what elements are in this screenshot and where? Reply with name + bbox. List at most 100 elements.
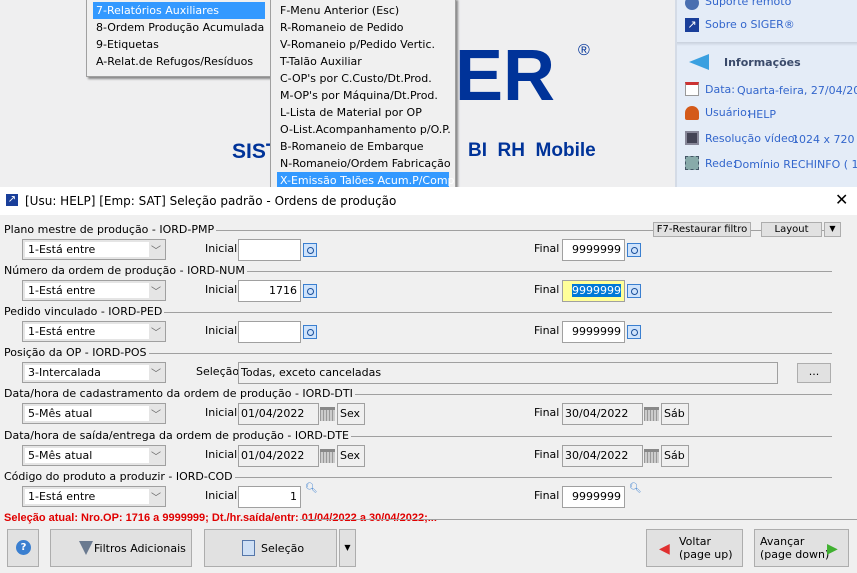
divider xyxy=(677,42,857,46)
final-date-input[interactable]: 30/04/2022 xyxy=(562,445,643,467)
operator-select[interactable]: 1-Está entre ﹀ xyxy=(22,239,166,260)
next-button[interactable]: Avançar (page down) ▶ xyxy=(754,529,849,567)
support-link[interactable]: Suporte remoto xyxy=(705,0,791,8)
menu-item[interactable]: O-List.Acompanhamento p/O.P. xyxy=(277,121,451,138)
search-icon[interactable] xyxy=(627,325,641,339)
final-input[interactable]: 9999999 xyxy=(562,321,625,343)
menu-item[interactable]: L-Lista de Material por OP xyxy=(277,104,422,121)
calendar-icon[interactable] xyxy=(320,449,335,463)
resolucao-label: Resolução vídeo: xyxy=(705,132,799,145)
initial-input[interactable] xyxy=(238,239,301,261)
operator-select[interactable]: 5-Mês atual ﹀ xyxy=(22,403,166,424)
operator-select[interactable]: 1-Está entre ﹀ xyxy=(22,486,166,507)
final-input[interactable]: 9999999 xyxy=(562,280,625,302)
search-icon[interactable]: 🔍︎ xyxy=(629,483,642,494)
additional-filters-button[interactable]: Filtros Adicionais xyxy=(50,529,192,567)
logo-tag-right: BI RH Mobile xyxy=(468,140,596,161)
selection-field[interactable]: Todas, exceto canceladas xyxy=(238,362,778,384)
menu-item[interactable]: T-Talão Auxiliar xyxy=(277,53,362,70)
final-date-input[interactable]: 30/04/2022 xyxy=(562,403,643,425)
layout-button[interactable]: Layout xyxy=(761,222,822,237)
final-input[interactable]: 9999999 xyxy=(562,239,625,261)
menu-item[interactable]: 8-Ordem Produção Acumulada xyxy=(93,19,264,36)
selection-label: Seleção xyxy=(261,542,305,555)
calendar-icon[interactable] xyxy=(644,407,659,421)
menu-item[interactable]: N-Romaneio/Ordem Fabricação xyxy=(277,155,451,172)
chevron-down-icon: ﹀ xyxy=(151,493,161,504)
user-icon xyxy=(685,106,699,120)
final-label: Final xyxy=(534,283,560,296)
operator-value: 1-Está entre xyxy=(25,489,149,504)
rede-value: Domínio RECHINFO ( 1000 xyxy=(734,158,857,171)
menu-item[interactable]: M-OP's por Máquina/Dt.Prod. xyxy=(277,87,438,104)
final-label: Final xyxy=(534,242,560,255)
initial-weekday: Sex xyxy=(337,403,365,425)
menu-item[interactable]: A-Relat.de Refugos/Resíduos xyxy=(93,53,253,70)
selection-button[interactable]: Seleção xyxy=(204,529,337,567)
network-icon xyxy=(685,156,699,170)
final-input[interactable]: 9999999 xyxy=(562,486,625,508)
logo-reg: ® xyxy=(578,42,590,59)
submenu-left: 7-Relatórios Auxiliares 8-Ordem Produção… xyxy=(86,0,271,77)
search-icon[interactable] xyxy=(303,284,317,298)
help-button[interactable]: ? xyxy=(7,529,39,567)
search-icon[interactable] xyxy=(303,243,317,257)
submenu-right: F-Menu Anterior (Esc) R-Romaneio de Pedid… xyxy=(270,0,456,189)
calendar-icon[interactable] xyxy=(644,449,659,463)
initial-date-input[interactable]: 01/04/2022 xyxy=(238,403,319,425)
back-button[interactable]: ◀ Voltar (page up) xyxy=(646,529,743,567)
rede-label: Rede: xyxy=(705,157,737,170)
next-label: Avançar xyxy=(760,535,805,548)
operator-select[interactable]: 1-Está entre ﹀ xyxy=(22,280,166,301)
initial-date-input[interactable]: 01/04/2022 xyxy=(238,445,319,467)
operator-select[interactable]: 3-Intercalada ﹀ xyxy=(22,362,166,383)
final-weekday: Sáb xyxy=(661,403,689,425)
data-value: Quarta-feira, 27/04/2022 xyxy=(737,84,857,97)
restore-filter-button[interactable]: F7-Restaurar filtro xyxy=(653,222,751,237)
selection-dropdown-icon[interactable]: ▼ xyxy=(339,529,356,567)
help-icon: ? xyxy=(16,540,31,555)
funnel-icon xyxy=(79,541,93,555)
next-text: Avançar (page down) xyxy=(760,535,829,561)
about-icon: ↗ xyxy=(685,18,699,32)
dialog-title: [Usu: HELP] [Emp: SAT] Seleção padrão - … xyxy=(25,194,397,208)
menu-item[interactable]: V-Romaneio p/Pedido Vertic. xyxy=(277,36,435,53)
initial-input[interactable]: 1 xyxy=(238,486,301,508)
current-selection-status: Seleção atual: Nro.OP: 1716 a 9999999; D… xyxy=(4,512,437,524)
initial-weekday: Sex xyxy=(337,445,365,467)
initial-label: Inicial xyxy=(205,489,238,502)
menu-item[interactable]: 9-Etiquetas xyxy=(93,36,159,53)
search-icon[interactable] xyxy=(627,284,641,298)
usuario-value: HELP xyxy=(748,108,776,121)
menu-item[interactable]: 7-Relatórios Auxiliares xyxy=(93,2,265,19)
section-title: Pedido vinculado - IORD-PED xyxy=(4,305,165,318)
menu-item[interactable]: C-OP's por C.Custo/Dt.Prod. xyxy=(277,70,432,87)
search-icon[interactable] xyxy=(627,243,641,257)
usuario-label: Usuário: xyxy=(705,106,751,119)
operator-select[interactable]: 5-Mês atual ﹀ xyxy=(22,445,166,466)
close-icon[interactable]: ✕ xyxy=(835,190,848,209)
back-text: Voltar (page up) xyxy=(679,535,733,561)
logo-text: ER xyxy=(455,36,556,116)
selecao-label: Seleção xyxy=(196,365,240,378)
about-link[interactable]: Sobre o SIGER® xyxy=(705,18,795,31)
divider xyxy=(300,519,857,520)
final-value: 9999999 xyxy=(572,325,621,338)
initial-label: Inicial xyxy=(205,448,238,461)
ellipsis-button[interactable]: ... xyxy=(797,363,831,383)
final-label: Final xyxy=(534,448,560,461)
calendar-icon[interactable] xyxy=(320,407,335,421)
search-icon[interactable]: 🔍︎ xyxy=(305,483,318,494)
initial-input[interactable] xyxy=(238,321,301,343)
final-value: 9999999 xyxy=(572,284,621,297)
layout-dropdown-icon[interactable]: ▼ xyxy=(824,222,841,237)
operator-select[interactable]: 1-Está entre ﹀ xyxy=(22,321,166,342)
menu-item[interactable]: F-Menu Anterior (Esc) xyxy=(277,2,399,19)
search-icon[interactable] xyxy=(303,325,317,339)
menu-item[interactable]: B-Romaneio de Embarque xyxy=(277,138,424,155)
menu-item[interactable]: R-Romaneio de Pedido xyxy=(277,19,404,36)
arrow-left-icon: ◀ xyxy=(659,541,670,557)
info-panel: Suporte remoto ↗ Sobre o SIGER® Informaç… xyxy=(675,0,857,187)
initial-input[interactable]: 1716 xyxy=(238,280,301,302)
chevron-down-icon: ﹀ xyxy=(151,328,161,339)
